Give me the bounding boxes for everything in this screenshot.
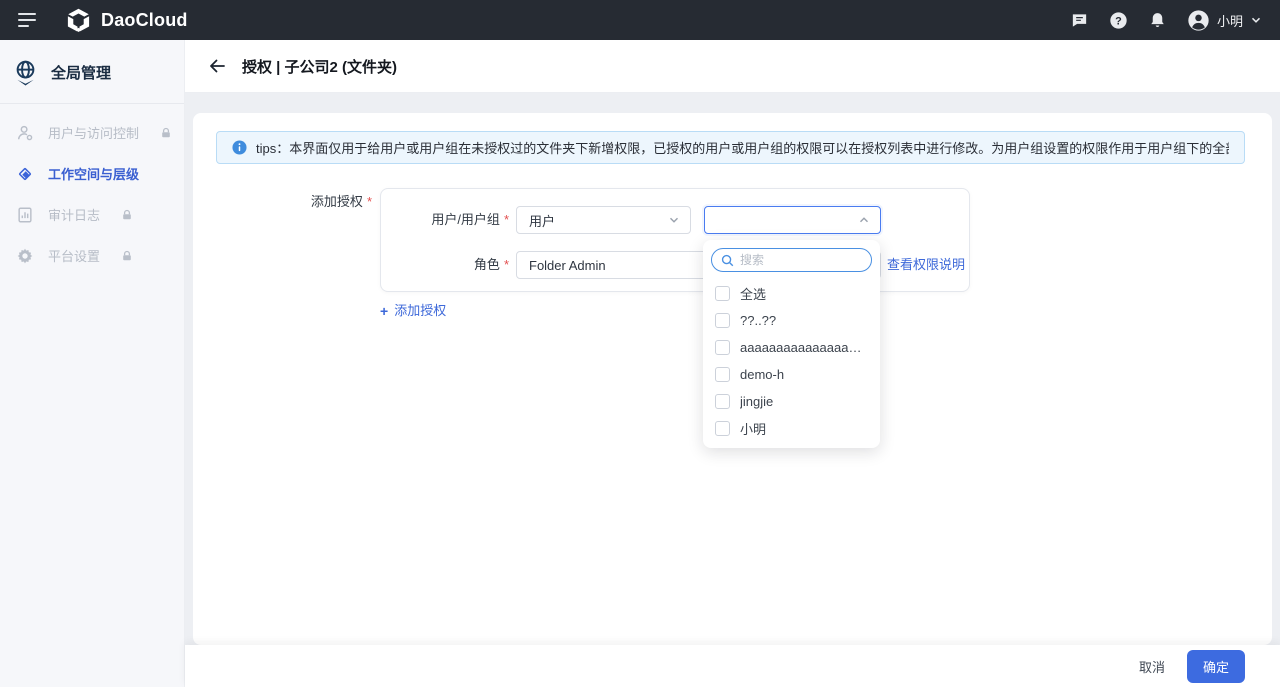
workspace-icon	[16, 165, 34, 183]
lock-icon	[121, 209, 133, 221]
footer-actions: 取消 确定	[185, 645, 1280, 687]
checkbox[interactable]	[715, 367, 730, 382]
sidebar-item-label: 用户与访问控制	[48, 123, 139, 142]
sidebar-divider	[0, 103, 184, 104]
plus-icon: +	[380, 303, 388, 319]
confirm-button[interactable]: 确定	[1187, 650, 1245, 683]
tips-banner: tips：本界面仅用于给用户或用户组在未授权过的文件夹下新增权限，已授权的用户或…	[216, 131, 1245, 164]
checkbox[interactable]	[715, 286, 730, 301]
role-label: 角色*	[381, 251, 509, 279]
dropdown-option[interactable]: aaaaaaaaaaaaaaaaaaaa...	[703, 334, 880, 361]
topbar-actions: ? 小明	[1070, 9, 1262, 32]
dropdown-option[interactable]: demo-h	[703, 361, 880, 388]
user-select[interactable]	[704, 206, 881, 234]
notification-icon[interactable]	[1148, 11, 1167, 30]
add-auth-link-text: 添加授权	[394, 303, 446, 319]
option-label: demo-h	[740, 367, 784, 382]
cancel-button[interactable]: 取消	[1139, 657, 1165, 676]
sidebar-item-workspace[interactable]: 工作空间与层级	[0, 153, 184, 194]
permission-doc-link[interactable]: 查看权限说明	[887, 251, 965, 279]
sidebar-item-label: 审计日志	[48, 205, 100, 224]
sidebar-header: 全局管理	[0, 40, 184, 103]
option-label: ??..??	[740, 313, 776, 328]
message-icon[interactable]	[1070, 11, 1089, 30]
required-marker: *	[504, 257, 509, 272]
checkbox[interactable]	[715, 421, 730, 436]
content: tips：本界面仅用于给用户或用户组在未授权过的文件夹下新增权限，已授权的用户或…	[185, 93, 1280, 645]
svg-text:?: ?	[1115, 15, 1122, 27]
topbar: DaoCloud ?	[0, 0, 1280, 40]
checkbox[interactable]	[715, 394, 730, 409]
settings-icon	[16, 247, 34, 265]
user-type-label: 用户/用户组*	[381, 206, 509, 234]
avatar-icon	[1187, 9, 1210, 32]
page-title: 授权 | 子公司2 (文件夹)	[242, 56, 397, 77]
user-select-dropdown: 全选 ??..?? aaaaaaaaaaaaaaaaaaaa... demo-h…	[703, 240, 880, 448]
chevron-up-icon	[858, 214, 870, 226]
sidebar-title: 全局管理	[51, 62, 111, 83]
lock-icon	[121, 250, 133, 262]
option-label: 全选	[740, 284, 766, 303]
add-auth-link[interactable]: + 添加授权	[380, 303, 446, 319]
chevron-down-icon	[668, 214, 680, 226]
search-input[interactable]	[740, 253, 862, 267]
dropdown-option[interactable]: ??..??	[703, 307, 880, 334]
brand-cube-icon	[65, 7, 92, 34]
help-icon[interactable]: ?	[1109, 11, 1128, 30]
menu-icon[interactable]	[18, 13, 38, 27]
brand-name: DaoCloud	[101, 10, 188, 31]
user-type-value: 用户	[529, 211, 555, 230]
dropdown-search	[711, 248, 872, 272]
brand[interactable]: DaoCloud	[65, 7, 188, 34]
add-auth-label: 添加授权*	[193, 192, 372, 212]
globe-icon	[13, 59, 38, 86]
user-access-icon	[16, 124, 34, 142]
checkbox[interactable]	[715, 313, 730, 328]
sidebar-item-user-access[interactable]: 用户与访问控制	[0, 112, 184, 153]
dropdown-option[interactable]: jingjie	[703, 388, 880, 415]
tips-text: tips：本界面仅用于给用户或用户组在未授权过的文件夹下新增权限，已授权的用户或…	[256, 138, 1229, 157]
lock-icon	[160, 127, 172, 139]
info-icon	[232, 140, 247, 155]
sidebar-item-label: 平台设置	[48, 246, 100, 265]
required-marker: *	[504, 212, 509, 227]
sidebar-item-platform-settings[interactable]: 平台设置	[0, 235, 184, 276]
audit-icon	[16, 206, 34, 224]
role-value: Folder Admin	[529, 258, 606, 273]
sidebar-item-label: 工作空间与层级	[48, 164, 139, 183]
user-menu[interactable]: 小明	[1187, 9, 1262, 32]
sidebar: 全局管理 用户与访问控制 工作空间与层级	[0, 40, 185, 687]
page-header: 授权 | 子公司2 (文件夹)	[185, 40, 1280, 93]
option-label: aaaaaaaaaaaaaaaaaaaa...	[740, 340, 868, 355]
dropdown-option[interactable]: 小明	[703, 415, 880, 442]
back-icon[interactable]	[207, 56, 227, 76]
required-marker: *	[367, 194, 372, 209]
username: 小明	[1217, 11, 1243, 30]
dropdown-option-select-all[interactable]: 全选	[703, 280, 880, 307]
sidebar-item-audit-log[interactable]: 审计日志	[0, 194, 184, 235]
content-card: tips：本界面仅用于给用户或用户组在未授权过的文件夹下新增权限，已授权的用户或…	[193, 113, 1272, 645]
caret-down-icon	[1250, 14, 1262, 26]
main-area: 授权 | 子公司2 (文件夹) tips：本界面仅用于给用户或用户组在未授权过的…	[185, 40, 1280, 687]
option-label: jingjie	[740, 394, 773, 409]
auth-group-card: 用户/用户组* 用户	[380, 188, 970, 292]
checkbox[interactable]	[715, 340, 730, 355]
search-icon	[721, 254, 734, 267]
user-type-select[interactable]: 用户	[516, 206, 691, 234]
option-label: 小明	[740, 419, 766, 438]
